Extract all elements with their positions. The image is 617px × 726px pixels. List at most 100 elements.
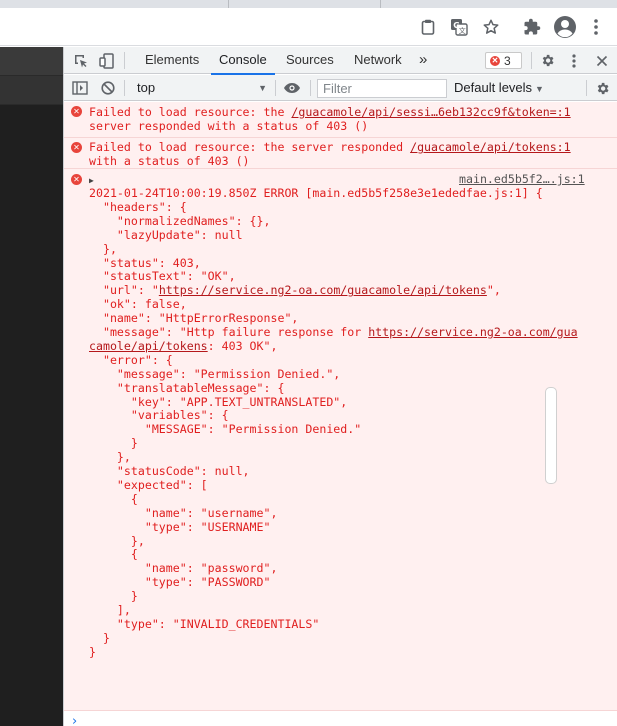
object-dump-line: "ok": false,	[89, 297, 187, 312]
object-dump-line: "message": "Http failure response for ht…	[89, 325, 578, 339]
url-suffix: ",	[486, 283, 501, 298]
object-dump-line: {	[89, 547, 138, 562]
page-row	[0, 47, 63, 76]
tab-separator	[380, 0, 381, 8]
object-dump-line: {	[89, 491, 138, 506]
object-dump-line: "lazyUpdate": null	[89, 227, 243, 242]
resource-link[interactable]: /guacamole/api/tokens:1	[410, 140, 571, 154]
error-icon: ✕	[71, 142, 82, 153]
object-dump-line: "key": "APP.TEXT_UNTRANSLATED",	[89, 394, 348, 409]
object-dump-line: "statusCode": null,	[89, 464, 250, 478]
divider	[275, 80, 276, 96]
context-selector[interactable]: top ▼	[131, 78, 269, 98]
object-dump-line: },	[89, 241, 117, 256]
object-dump-line: "expected": [	[89, 477, 208, 492]
error-icon: ✕	[490, 55, 500, 66]
console-error-message: ✕ Failed to load resource: the server re…	[64, 138, 617, 169]
object-dump-line: },	[89, 533, 145, 548]
profile-avatar-icon[interactable]	[553, 15, 577, 39]
object-dump-line: "name": "username",	[89, 505, 278, 520]
divider	[124, 52, 125, 69]
message-text-part: Failed to load resource: the server resp…	[89, 140, 411, 154]
log-levels-label: Default levels	[454, 80, 533, 95]
tab-separator	[228, 0, 229, 8]
object-dump-line: }	[89, 630, 110, 645]
chevron-down-icon: ▼	[535, 84, 544, 94]
object-dump-line: "type": "USERNAME"	[89, 519, 271, 534]
divider	[531, 52, 532, 69]
browser-menu-icon[interactable]	[586, 17, 606, 37]
error-count: 3	[504, 53, 511, 68]
clipboard-icon[interactable]	[418, 17, 438, 37]
divider	[124, 80, 125, 96]
console-filter-input[interactable]	[317, 79, 447, 98]
page-content-area	[0, 47, 63, 726]
inspect-element-icon[interactable]	[71, 51, 91, 70]
object-dump-line: },	[89, 450, 131, 465]
object-dump-line: "MESSAGE": "Permission Denied."	[89, 422, 362, 437]
chevron-down-icon: ▼	[258, 83, 267, 93]
error-count-badge[interactable]: ✕ 3	[485, 52, 522, 69]
settings-gear-icon[interactable]	[537, 51, 557, 70]
object-dump-line: "translatableMessage": {	[89, 380, 285, 395]
object-dump-line: }	[89, 589, 138, 604]
object-dump-line: ],	[89, 603, 131, 617]
object-dump-line: "message": "Permission Denied.",	[89, 366, 341, 381]
divider	[310, 80, 311, 96]
object-dump-line: "name": "password",	[89, 561, 278, 576]
source-link[interactable]: main.ed5b5f2….js:1	[459, 172, 585, 186]
devtools-tab-bar: Elements Console Sources Network » ✕ 3	[64, 47, 617, 75]
console-output: ✕ Failed to load resource: the /guacamol…	[64, 102, 617, 726]
devtools-menu-icon[interactable]	[564, 51, 584, 70]
object-dump-line: "headers": {	[89, 199, 187, 214]
scrollbar-thumb[interactable]	[545, 387, 557, 484]
message-text: Failed to load resource: the server resp…	[89, 140, 571, 154]
browser-tab-strip	[0, 0, 617, 8]
translate-icon[interactable]: G文	[449, 17, 469, 37]
context-value: top	[137, 80, 156, 95]
sidebar-toggle-icon[interactable]	[70, 78, 90, 98]
object-dump-line: 2021-01-24T10:00:19.850Z ERROR [main.ed5…	[89, 186, 543, 200]
expand-triangle-icon[interactable]: ▶	[89, 176, 94, 185]
error-icon: ✕	[71, 106, 82, 117]
object-dump-line: "status": 403,	[89, 255, 201, 270]
bookmark-star-icon[interactable]	[481, 17, 501, 37]
console-error-object-message: ✕ ▶ main.ed5b5f2….js:1 2021-01-24T10:00:…	[64, 169, 617, 711]
page-row	[0, 76, 63, 105]
devtools-panel: Elements Console Sources Network » ✕ 3 t…	[63, 47, 617, 726]
tab-sources[interactable]: Sources	[286, 47, 334, 74]
message-suffix: : 403 OK",	[207, 338, 278, 353]
clear-console-icon[interactable]	[98, 78, 118, 98]
close-devtools-icon[interactable]	[592, 51, 612, 70]
object-dump-line: "statusText": "OK",	[89, 269, 236, 284]
console-settings-gear-icon[interactable]	[592, 78, 612, 98]
resource-link[interactable]: /guacamole/api/sessi…6eb132cc9f&token=:1	[291, 105, 570, 119]
object-dump-line: "url": "https://service.ng2-oa.com/guaca…	[89, 283, 501, 298]
message-text: Failed to load resource: the /guacamole/…	[89, 105, 571, 119]
browser-toolbar: G文	[0, 8, 617, 46]
live-expression-eye-icon[interactable]	[282, 78, 302, 98]
tab-console[interactable]: Console	[211, 47, 275, 75]
object-dump-line: "name": "HttpErrorResponse",	[89, 311, 299, 326]
extensions-puzzle-icon[interactable]	[522, 17, 542, 37]
divider	[586, 80, 587, 96]
log-levels-dropdown[interactable]: Default levels ▼	[454, 78, 546, 98]
object-dump-line: "type": "INVALID_CREDENTIALS"	[89, 616, 320, 631]
more-tabs-button[interactable]: »	[419, 47, 427, 74]
message-text: with a status of 403 ()	[89, 154, 250, 168]
tab-elements[interactable]: Elements	[145, 47, 199, 74]
console-prompt-icon[interactable]: ›	[72, 714, 77, 726]
svg-text:文: 文	[459, 26, 466, 35]
object-dump-line: "error": {	[89, 352, 173, 367]
message-url-link-continued[interactable]: camole/api/tokens	[89, 339, 208, 353]
error-icon: ✕	[71, 174, 82, 185]
object-dump-line: }	[89, 436, 138, 451]
object-dump-line: "normalizedNames": {},	[89, 213, 271, 228]
object-dump-line: "variables": {	[89, 408, 229, 423]
url-link[interactable]: https://service.ng2-oa.com/guacamole/api…	[159, 283, 487, 297]
tab-network[interactable]: Network	[354, 47, 402, 74]
message-url-link[interactable]: https://service.ng2-oa.com/gua	[368, 325, 577, 339]
device-toolbar-icon[interactable]	[97, 51, 117, 70]
object-dump-line: camole/api/tokens: 403 OK",	[89, 339, 277, 353]
console-error-message: ✕ Failed to load resource: the /guacamol…	[64, 102, 617, 138]
